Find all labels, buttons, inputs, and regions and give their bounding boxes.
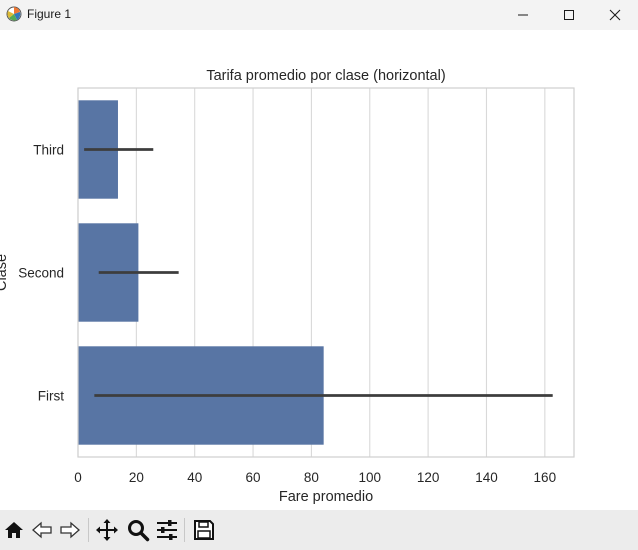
pan-icon (96, 519, 118, 541)
navigation-toolbar (0, 510, 638, 550)
x-tick-label: 120 (417, 470, 440, 485)
pan-button[interactable] (93, 516, 121, 544)
save-button[interactable] (190, 516, 218, 544)
close-button[interactable] (592, 0, 638, 30)
save-icon (194, 520, 214, 540)
y-tick-label: Second (18, 266, 64, 281)
maximize-button[interactable] (546, 0, 592, 30)
chart-title: Tarifa promedio por clase (horizontal) (206, 68, 445, 84)
configure-subplots-icon (157, 520, 177, 540)
back-icon (32, 521, 52, 539)
toolbar-separator (184, 518, 185, 542)
matplotlib-app-icon (6, 6, 22, 22)
x-tick-label: 80 (304, 470, 319, 485)
forward-icon (60, 521, 80, 539)
x-tick-label: 20 (129, 470, 144, 485)
x-tick-label: 100 (358, 470, 381, 485)
window-titlebar: Figure 1 (0, 0, 638, 30)
x-tick-label: 60 (246, 470, 261, 485)
y-axis-label: Clase (0, 254, 10, 291)
x-axis-label: Fare promedio (279, 489, 373, 505)
minimize-button[interactable] (500, 0, 546, 30)
toolbar-separator (88, 518, 89, 542)
figure-canvas: 0 20 40 60 80 100 120 140 160 Third Second First T… (0, 30, 638, 510)
maximize-icon (564, 10, 574, 20)
x-tick-label: 0 (74, 470, 82, 485)
forward-button[interactable] (56, 516, 84, 544)
home-button[interactable] (0, 516, 28, 544)
x-tick-label: 160 (534, 470, 557, 485)
configure-subplots-button[interactable] (153, 516, 181, 544)
home-icon (5, 522, 23, 538)
x-tick-label: 140 (475, 470, 498, 485)
y-tick-label: Third (33, 143, 64, 158)
x-tick-label: 40 (187, 470, 202, 485)
minimize-icon (518, 14, 528, 16)
bar-chart: 0 20 40 60 80 100 120 140 160 Third Second First T… (0, 68, 575, 505)
zoom-button[interactable] (124, 516, 152, 544)
back-button[interactable] (28, 516, 56, 544)
zoom-icon (128, 520, 150, 542)
close-icon (609, 9, 621, 21)
y-tick-label: First (38, 389, 64, 404)
window-title: Figure 1 (27, 7, 72, 21)
